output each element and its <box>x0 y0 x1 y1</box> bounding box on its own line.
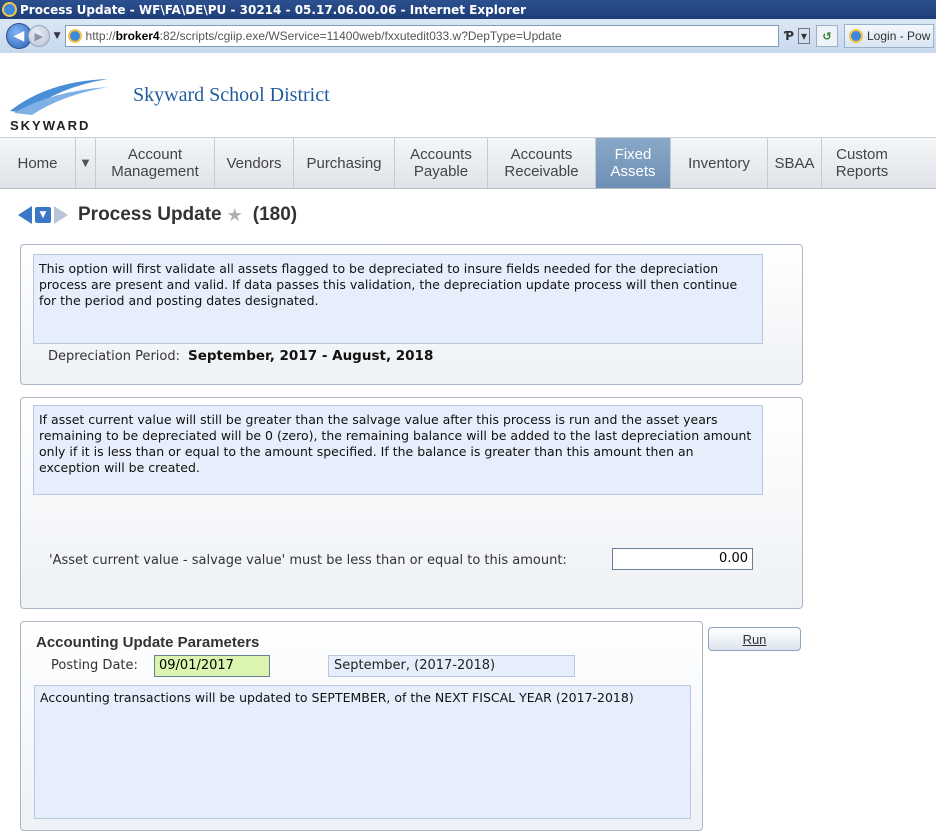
menu-item-accounts-payable[interactable]: Accounts Payable <box>395 138 488 188</box>
logo-wordmark: SKYWARD <box>10 118 90 133</box>
menu-item-accounts-receivable[interactable]: Accounts Receivable <box>488 138 596 188</box>
posting-date-label: Posting Date: <box>51 658 138 673</box>
url-host: broker4 <box>115 29 160 43</box>
tab-page-icon <box>849 29 863 43</box>
page-icon <box>67 29 82 43</box>
main-menu: Home ▼ Account Management Vendors Purcha… <box>0 137 936 189</box>
search-icon[interactable]: Ƥ <box>785 29 794 43</box>
district-name: Skyward School District <box>133 84 330 106</box>
browser-nav-bar: ◀ ▶ ▼ http://broker4:82/scripts/cgiip.ex… <box>0 19 936 53</box>
depreciation-period-label: Depreciation Period: <box>48 349 180 364</box>
brand-header: SKYWARD Skyward School District <box>0 53 936 137</box>
window-title: Process Update - WF\FA\DE\PU - 30214 - 0… <box>20 2 527 17</box>
accounting-panel: Accounting Update Parameters Posting Dat… <box>20 621 703 831</box>
window-title-bar: Process Update - WF\FA\DE\PU - 30214 - 0… <box>0 0 936 19</box>
accounting-heading: Accounting Update Parameters <box>36 634 260 651</box>
salvage-panel: If asset current value will still be gre… <box>20 397 803 609</box>
address-bar[interactable]: http://broker4:82/scripts/cgiip.exe/WSer… <box>64 25 779 47</box>
depreciation-info: This option will first validate all asse… <box>33 254 763 344</box>
menu-item-fixed-assets[interactable]: Fixed Assets <box>596 138 671 188</box>
page-count: (180) <box>252 204 298 225</box>
history-dropdown-icon[interactable]: ▼ <box>54 31 61 41</box>
ie-icon <box>2 2 17 17</box>
amount-label: 'Asset current value - salvage value' mu… <box>49 553 567 568</box>
page-history-dropdown-icon[interactable]: ▼ <box>35 207 51 223</box>
posting-date-input[interactable]: 09/01/2017 <box>154 655 270 677</box>
salvage-amount-input[interactable]: 0.00 <box>612 548 753 570</box>
home-dropdown-icon[interactable]: ▼ <box>76 138 96 188</box>
menu-item-sbaa[interactable]: SBAA <box>768 138 822 188</box>
depreciation-period-value: September, 2017 - August, 2018 <box>188 348 434 364</box>
url-prefix: http:// <box>85 29 116 43</box>
address-dropdown-icon[interactable]: ▾ <box>797 28 810 44</box>
forward-arrow-icon[interactable]: ▶ <box>27 25 50 47</box>
menu-item-vendors[interactable]: Vendors <box>215 138 294 188</box>
menu-item-account-management[interactable]: Account Management <box>96 138 215 188</box>
run-button[interactable]: Run <box>708 627 801 651</box>
skyward-logo: SKYWARD <box>10 79 108 133</box>
refresh-icon[interactable]: ↺ <box>816 25 838 47</box>
previous-arrow-icon[interactable] <box>18 206 32 224</box>
next-arrow-icon[interactable] <box>54 206 68 224</box>
salvage-info: If asset current value will still be gre… <box>33 405 763 495</box>
page-title-bar: ▼ Process Update ★ (180) <box>18 200 297 230</box>
favorite-star-icon[interactable]: ★ <box>227 205 243 226</box>
menu-item-home[interactable]: Home <box>0 138 76 188</box>
browser-tab[interactable]: Login - Pow <box>844 24 934 48</box>
posting-period-display: September, (2017-2018) <box>328 655 575 677</box>
depreciation-period-row: Depreciation Period: September, 2017 - Au… <box>48 348 433 364</box>
url-rest: :82/scripts/cgiip.exe/WService=11400web/… <box>159 29 562 43</box>
depreciation-panel: This option will first validate all asse… <box>20 244 803 385</box>
page-title: Process Update <box>78 204 222 225</box>
accounting-message: Accounting transactions will be updated … <box>34 685 691 819</box>
run-button-label: Run <box>742 631 767 647</box>
menu-item-inventory[interactable]: Inventory <box>671 138 768 188</box>
tab-label: Login - Pow <box>867 29 931 43</box>
menu-item-custom-reports[interactable]: Custom Reports <box>822 138 902 188</box>
menu-item-purchasing[interactable]: Purchasing <box>294 138 395 188</box>
